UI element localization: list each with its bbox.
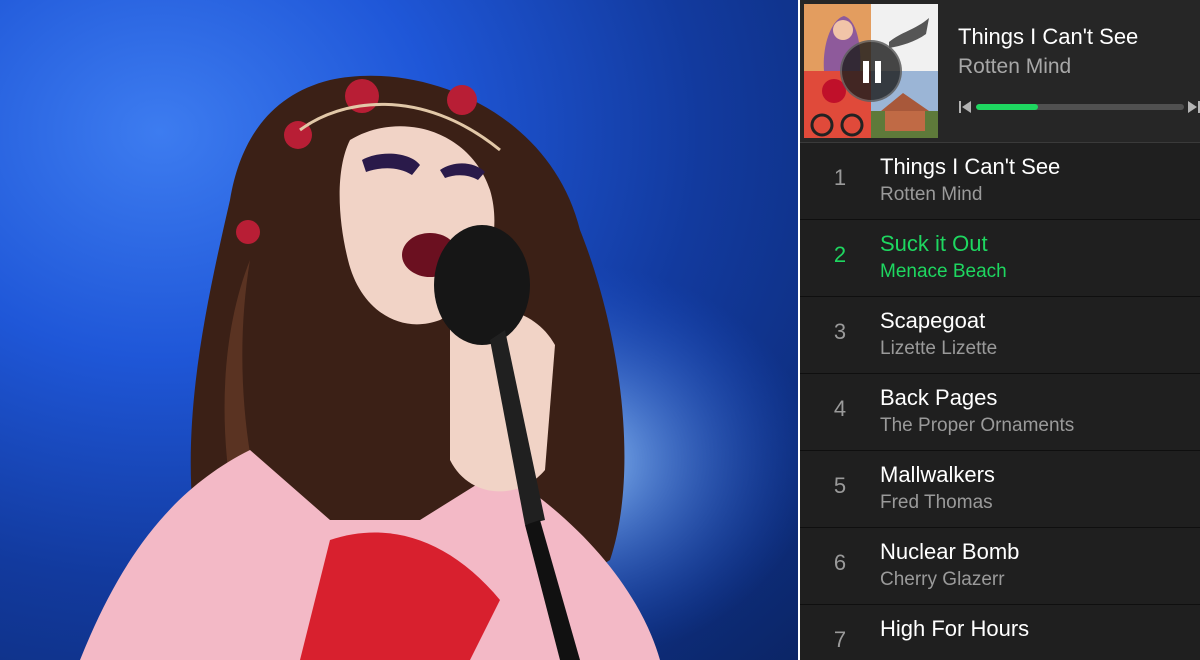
track-artist: The Proper Ornaments: [880, 415, 1075, 436]
spotify-widget: Things I Can't See Rotten Mind 1 Things I…: [800, 0, 1200, 660]
track-title: Scapegoat: [880, 308, 986, 333]
now-playing-bar: Things I Can't See Rotten Mind: [800, 0, 1200, 143]
track-artist: Menace Beach: [880, 261, 1007, 282]
track-row[interactable]: 7 High For Hours: [800, 605, 1200, 660]
track-number: 3: [833, 319, 847, 344]
track-artist: Cherry Glazerr: [880, 569, 1005, 590]
previous-icon[interactable]: [958, 100, 972, 114]
track-title: Things I Can't See: [880, 154, 1061, 179]
track-title: Nuclear Bomb: [880, 539, 1020, 564]
pause-icon: [863, 61, 869, 83]
track-artist: Fred Thomas: [880, 492, 993, 513]
track-artist: Rotten Mind: [880, 184, 983, 205]
concert-photo: [0, 0, 798, 660]
track-number: 1: [833, 165, 847, 190]
track-row[interactable]: 6 Nuclear Bomb Cherry Glazerr: [800, 528, 1200, 605]
track-row[interactable]: 3 Scapegoat Lizette Lizette: [800, 297, 1200, 374]
album-art-mosaic: [804, 4, 938, 138]
track-artist: Lizette Lizette: [880, 338, 998, 359]
track-number: 4: [833, 396, 847, 421]
progress-fill: [976, 104, 1039, 110]
track-title: High For Hours: [880, 616, 1030, 641]
track-title: Suck it Out: [880, 231, 988, 256]
track-row[interactable]: 1 Things I Can't See Rotten Mind: [800, 143, 1200, 220]
track-row[interactable]: 4 Back Pages The Proper Ornaments: [800, 374, 1200, 451]
track-number: 2: [833, 242, 847, 267]
next-icon[interactable]: [1188, 100, 1200, 114]
track-title: Back Pages: [880, 385, 998, 410]
track-row[interactable]: 2 Suck it Out Menace Beach: [800, 220, 1200, 297]
track-number: 7: [833, 627, 847, 652]
track-number: 6: [833, 550, 847, 575]
track-row[interactable]: 5 Mallwalkers Fred Thomas: [800, 451, 1200, 528]
playback-progress-bar[interactable]: [976, 104, 1184, 110]
singer-illustration: [0, 0, 798, 660]
now-playing-title: Things I Can't See: [958, 24, 1139, 49]
track-list: 1 Things I Can't See Rotten Mind 2 Suck it O…: [800, 143, 1200, 660]
track-number: 5: [833, 473, 847, 498]
pause-button[interactable]: [840, 40, 902, 102]
track-title: Mallwalkers: [880, 462, 995, 487]
now-playing-artist: Rotten Mind: [958, 55, 1072, 78]
